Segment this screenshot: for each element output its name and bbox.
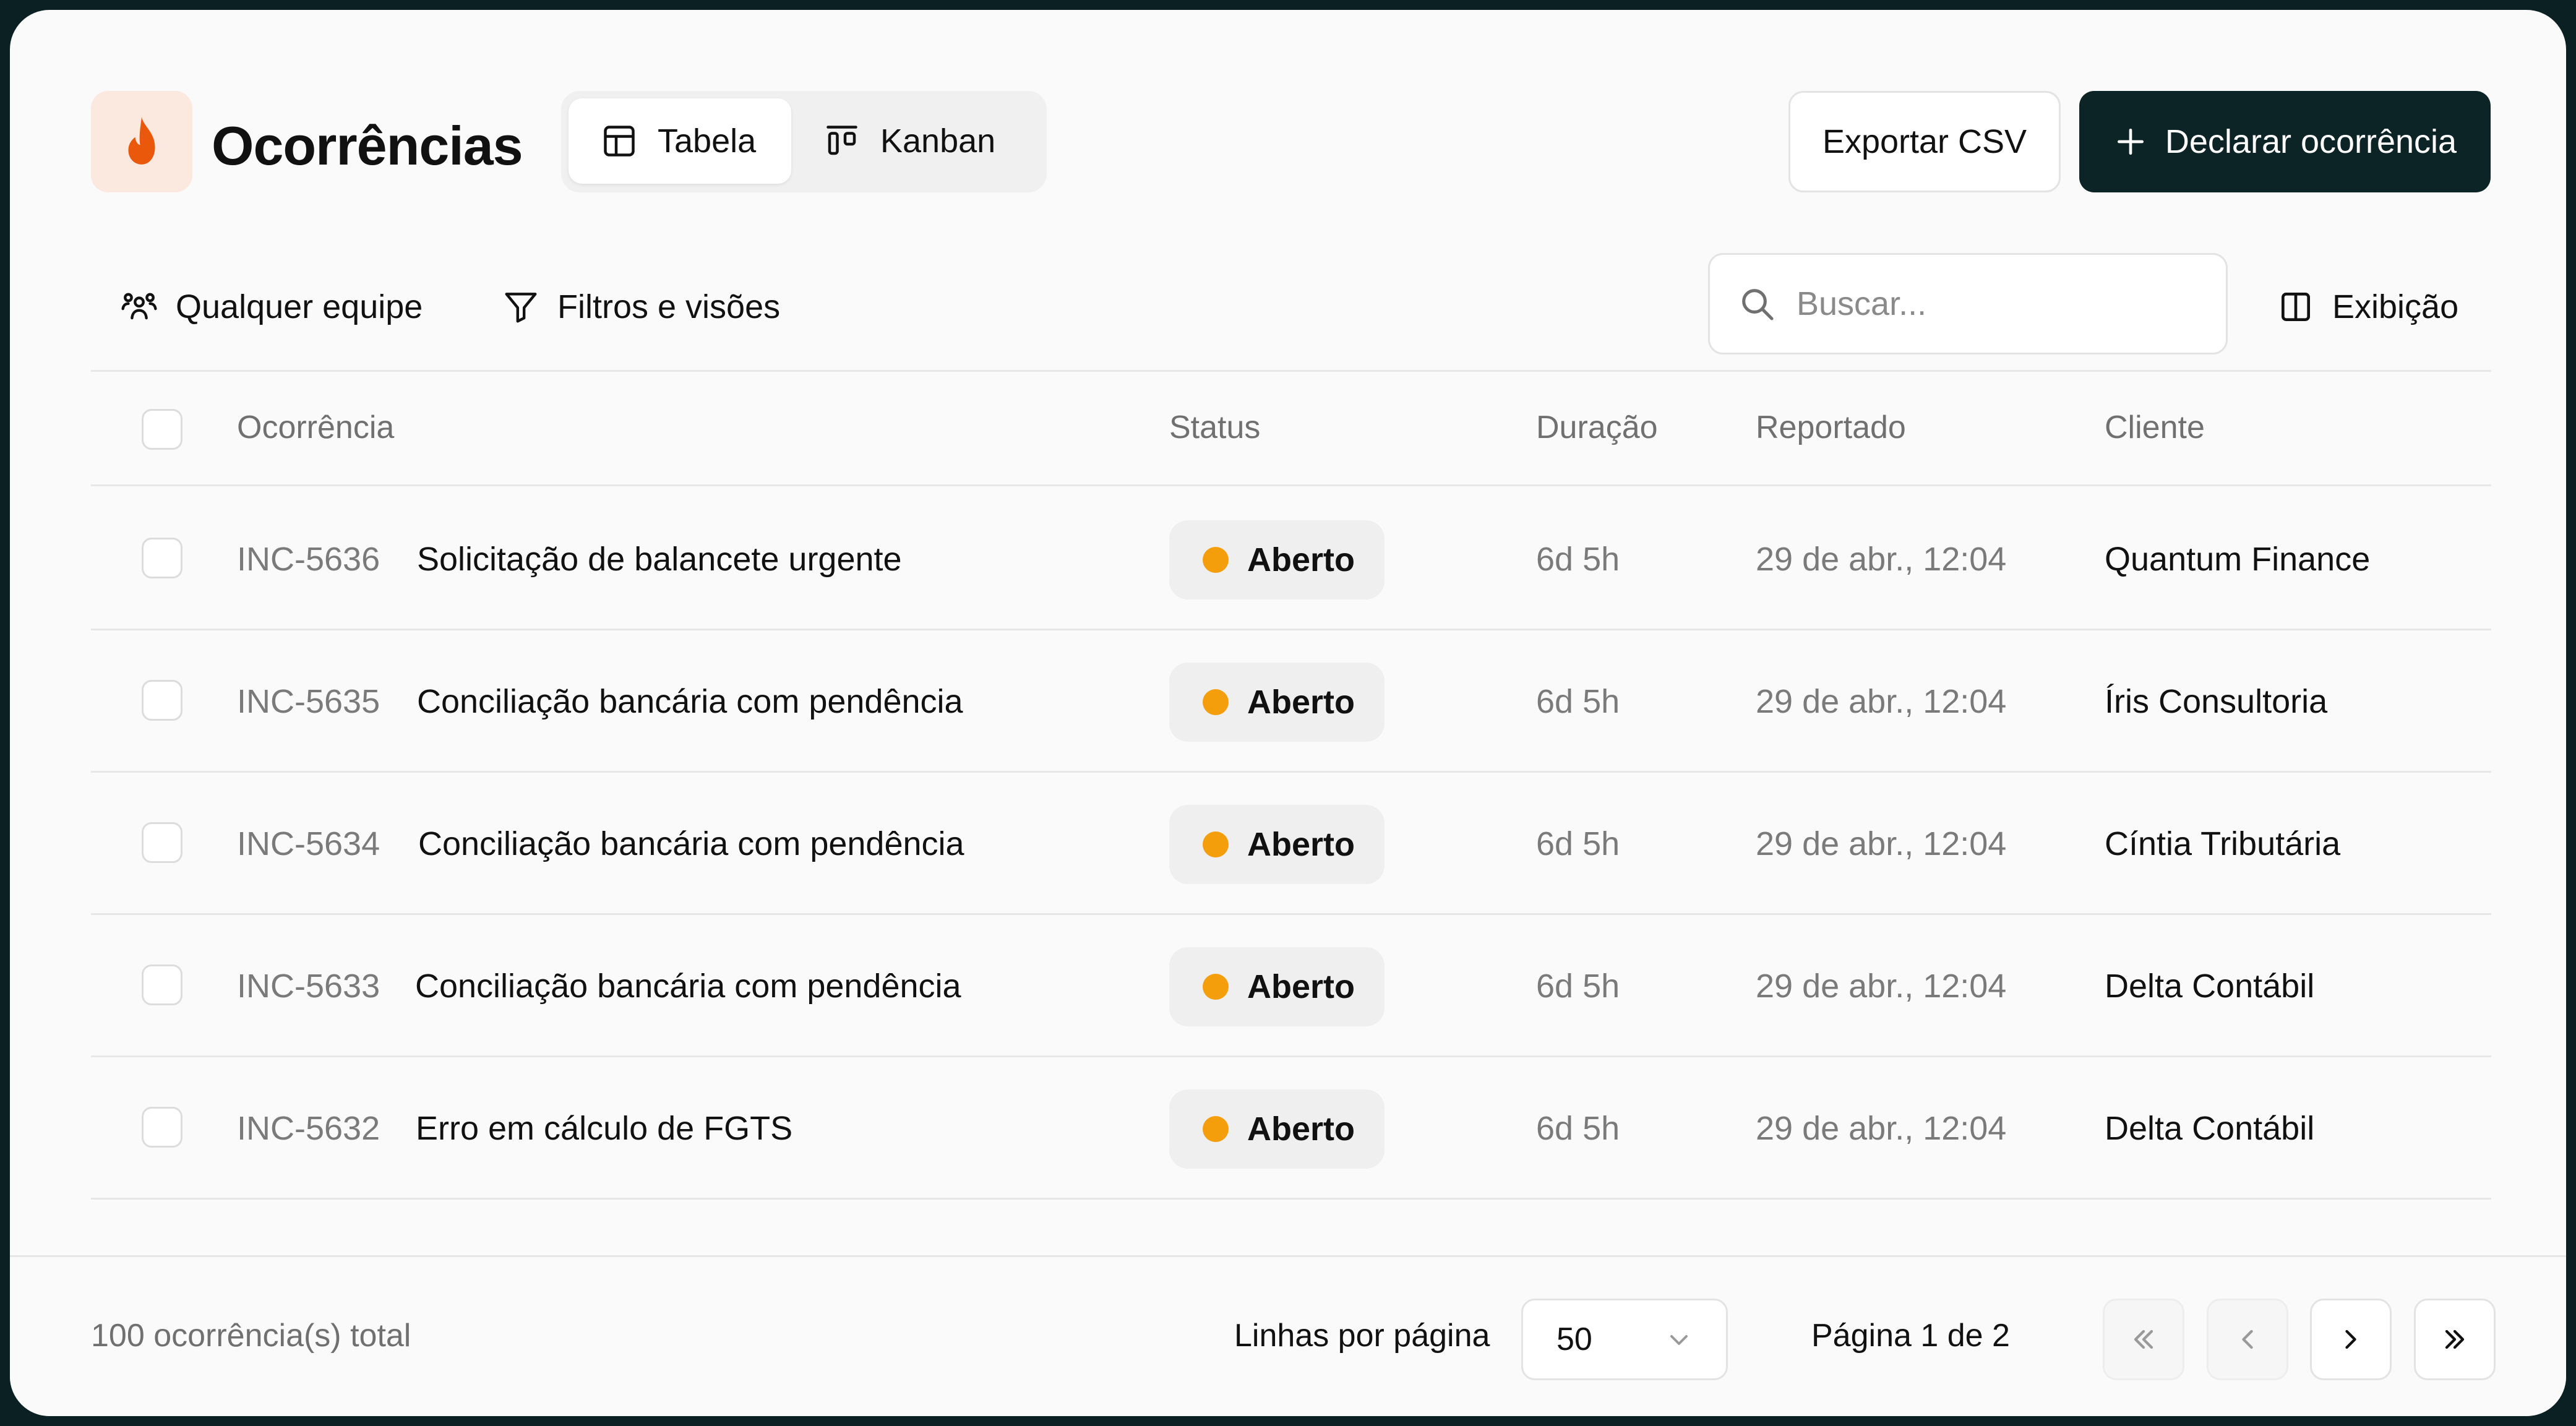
duration-cell: 6d 5h [1536,541,1620,578]
page-title: Ocorrências [212,115,523,176]
declare-incident-label: Declarar ocorrência [2165,123,2457,160]
search-field[interactable] [1708,253,2228,354]
export-csv-button[interactable]: Exportar CSV [1788,91,2061,192]
duration-cell: 6d 5h [1536,968,1620,1005]
column-header-client[interactable]: Cliente [2105,409,2205,446]
tab-label: Tabela [658,122,757,160]
incident-title[interactable]: Erro em cálculo de FGTS [416,1107,792,1150]
chevron-down-icon [1664,1325,1694,1355]
kanban-icon [823,122,861,160]
display-options-button[interactable]: Exibição [2277,276,2458,338]
client-cell: Íris Consultoria [2105,683,2328,720]
row-checkbox[interactable] [142,538,182,578]
tab-tabela[interactable]: Tabela [569,98,791,184]
table-row[interactable]: INC-5633 Conciliação bancária com pendên… [91,915,2491,1057]
status-dot-icon [1203,974,1229,1000]
row-checkbox[interactable] [142,822,182,863]
row-checkbox[interactable] [142,1107,182,1148]
duration-cell: 6d 5h [1536,825,1620,862]
column-header-duration[interactable]: Duração [1536,409,1658,446]
status-badge: Aberto [1169,663,1385,742]
row-checkbox[interactable] [142,680,182,721]
row-checkbox[interactable] [142,964,182,1005]
status-label: Aberto [1247,1110,1355,1148]
chevrons-left-icon [2127,1323,2160,1355]
column-header-status[interactable]: Status [1169,409,1260,446]
team-filter-button[interactable]: Qualquer equipe [120,276,423,338]
reported-cell: 29 de abr., 12:04 [1756,968,2007,1005]
select-all-checkbox[interactable] [142,409,182,450]
rows-per-page-value: 50 [1556,1321,1592,1357]
users-icon [120,288,158,326]
status-label: Aberto [1247,684,1355,721]
incident-id: INC-5632 [237,1110,380,1147]
search-input[interactable] [1797,285,2192,323]
app-window: Ocorrências Tabela Kanban Exportar CSV D… [10,10,2566,1416]
first-page-button[interactable] [2103,1299,2184,1380]
filters-views-label: Filtros e visões [557,288,781,325]
incident-id: INC-5634 [237,825,380,862]
status-badge: Aberto [1169,947,1385,1026]
status-dot-icon [1203,689,1229,715]
status-badge: Aberto [1169,1089,1385,1169]
status-badge: Aberto [1169,805,1385,884]
rows-per-page-label: Linhas por página [1234,1318,1490,1354]
column-header-reported[interactable]: Reportado [1756,409,1906,446]
tab-kanban[interactable]: Kanban [806,98,1041,184]
chevrons-right-icon [2439,1323,2471,1355]
table-row[interactable]: INC-5636 Solicitação de balancete urgent… [91,488,2491,630]
client-cell: Cíntia Tributária [2105,825,2341,862]
incident-title[interactable]: Solicitação de balancete urgente [417,538,902,581]
incident-id: INC-5635 [237,683,380,720]
table-row[interactable]: INC-5632 Erro em cálculo de FGTS Aberto … [91,1057,2491,1200]
chevron-left-icon [2231,1323,2264,1355]
table-header: Ocorrência Status Duração Reportado Clie… [91,370,2491,486]
status-label: Aberto [1247,826,1355,863]
incident-title[interactable]: Conciliação bancária com pendência [415,964,961,1008]
declare-incident-button[interactable]: Declarar ocorrência [2079,91,2491,192]
chevron-right-icon [2335,1323,2367,1355]
pagination-bar: 100 ocorrência(s) total Linhas por págin… [10,1255,2566,1416]
incident-id: INC-5636 [237,541,380,578]
client-cell: Quantum Finance [2105,541,2371,578]
status-dot-icon [1203,831,1229,857]
previous-page-button[interactable] [2207,1299,2288,1380]
next-page-button[interactable] [2310,1299,2392,1380]
client-cell: Delta Contábil [2105,968,2315,1005]
reported-cell: 29 de abr., 12:04 [1756,541,2007,578]
column-header-incident[interactable]: Ocorrência [237,409,394,446]
reported-cell: 29 de abr., 12:04 [1756,825,2007,862]
table-row[interactable]: INC-5634 Conciliação bancária com pendên… [91,773,2491,915]
incident-title[interactable]: Conciliação bancária com pendência [417,680,963,723]
status-dot-icon [1203,1116,1229,1142]
status-badge: Aberto [1169,520,1385,599]
last-page-button[interactable] [2414,1299,2496,1380]
status-label: Aberto [1247,968,1355,1005]
reported-cell: 29 de abr., 12:04 [1756,683,2007,720]
client-cell: Delta Contábil [2105,1110,2315,1147]
view-toggle: Tabela Kanban [561,91,1047,192]
columns-icon [2277,288,2315,326]
table-row[interactable]: INC-5635 Conciliação bancária com pendên… [91,630,2491,773]
reported-cell: 29 de abr., 12:04 [1756,1110,2007,1147]
search-icon [1737,284,1777,324]
display-options-label: Exibição [2332,288,2459,325]
plus-icon [2113,124,2148,159]
filters-views-button[interactable]: Filtros e visões [502,276,780,338]
status-label: Aberto [1247,541,1355,578]
page-info: Página 1 de 2 [1811,1318,2010,1354]
team-filter-label: Qualquer equipe [176,288,423,325]
filter-icon [502,288,540,326]
flame-logo-icon [91,91,192,192]
status-dot-icon [1203,547,1229,573]
duration-cell: 6d 5h [1536,1110,1620,1147]
rows-per-page-select[interactable]: 50 [1521,1299,1728,1380]
tab-label: Kanban [880,122,996,160]
total-count: 100 ocorrência(s) total [91,1318,411,1354]
duration-cell: 6d 5h [1536,683,1620,720]
incident-title[interactable]: Conciliação bancária com pendência [418,822,964,865]
incident-id: INC-5633 [237,968,380,1005]
table-icon [601,122,638,160]
